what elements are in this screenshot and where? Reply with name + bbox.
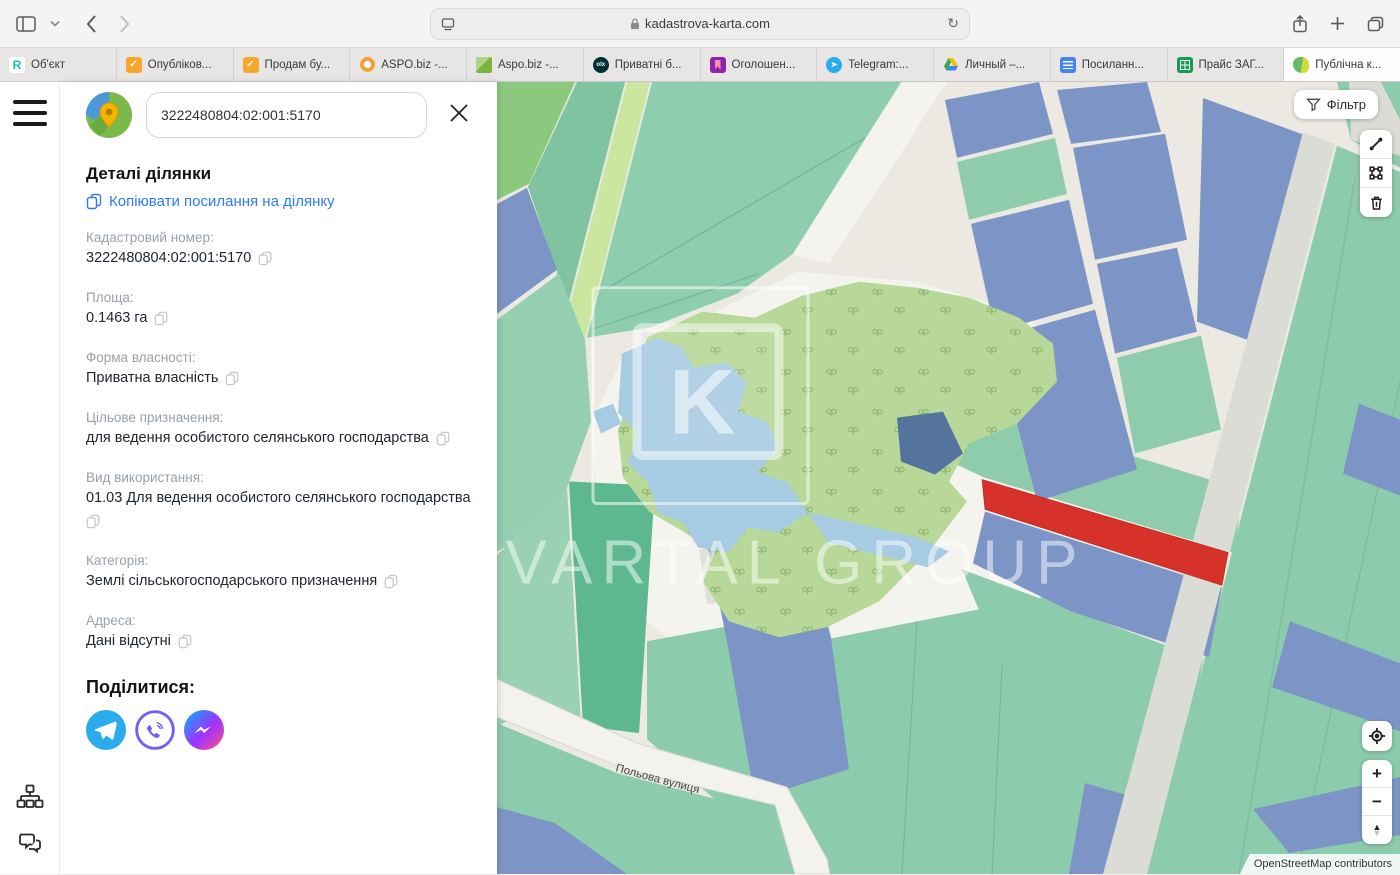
- tab-prodam[interactable]: ✓Продам бу...: [234, 48, 351, 81]
- copy-icon[interactable]: [178, 634, 192, 653]
- copy-icon[interactable]: [258, 251, 272, 270]
- copy-parcel-link[interactable]: Копіювати посилання на ділянку: [86, 193, 471, 210]
- field-cadastral-number: Кадастровий номер: 3222480804:02:001:517…: [86, 230, 471, 270]
- tab-drive[interactable]: Личный –...: [934, 48, 1051, 81]
- google-docs-favicon: [1060, 57, 1076, 73]
- copy-icon: [86, 193, 102, 210]
- copy-icon[interactable]: [384, 574, 398, 593]
- copy-icon[interactable]: [225, 371, 239, 390]
- tab-strip: RОб'єкт ✓Опубліков... ✓Продам бу... ASPO…: [0, 48, 1400, 82]
- parcel-details-panel: Деталі ділянки Копіювати посилання на ді…: [60, 82, 497, 874]
- tab-opublikov[interactable]: ✓Опубліков...: [117, 48, 234, 81]
- measure-distance-button[interactable]: [1360, 130, 1392, 159]
- map-attribution: OpenStreetMap contributors: [1240, 854, 1400, 874]
- left-icon-strip: [0, 82, 60, 874]
- copy-icon[interactable]: [436, 431, 450, 450]
- kadastr-logo[interactable]: [86, 92, 132, 138]
- aspo-favicon: [360, 57, 375, 72]
- close-icon[interactable]: [447, 101, 471, 130]
- field-ownership: Форма власності: Приватна власність: [86, 350, 471, 390]
- orange-check-favicon: ✓: [243, 57, 259, 73]
- field-area: Площа: 0.1463 га: [86, 290, 471, 330]
- map-viewport[interactable]: Польова вулиця K KVARTAL GROUP Фільтр: [497, 82, 1400, 874]
- share-heading: Поділитися:: [86, 677, 471, 698]
- google-drive-favicon: [943, 57, 959, 73]
- delete-measurement-button[interactable]: [1360, 188, 1392, 217]
- field-address: Адреса: Дані відсутні: [86, 613, 471, 653]
- share-telegram-button[interactable]: [86, 710, 126, 750]
- tab-aspo-2[interactable]: Aspo.biz -...: [467, 48, 584, 81]
- sidebar-toggle-icon[interactable]: [16, 16, 36, 32]
- page-settings-icon[interactable]: [441, 17, 455, 31]
- tilt-reset-button[interactable]: ▲▼: [1362, 816, 1392, 844]
- funnel-icon: [1306, 97, 1321, 112]
- share-messenger-button[interactable]: [184, 710, 224, 750]
- watermark-text: KVARTAL GROUP: [497, 528, 1086, 597]
- green-map-favicon: [476, 57, 492, 73]
- tab-oholoshen[interactable]: Оголошен...: [701, 48, 818, 81]
- filter-button[interactable]: Фільтр: [1294, 90, 1378, 119]
- tab-overview-icon[interactable]: [1367, 16, 1384, 32]
- new-tab-icon[interactable]: [1330, 16, 1345, 31]
- address-bar[interactable]: kadastrova-karta.com ↻: [430, 8, 970, 40]
- cadastral-search-input[interactable]: [146, 92, 427, 138]
- map-canvas[interactable]: Польова вулиця K KVARTAL GROUP: [497, 82, 1400, 874]
- rieltor-favicon: R: [9, 57, 25, 73]
- telegram-favicon: ➤: [826, 57, 842, 73]
- tab-publichna-karta-active[interactable]: Публічна к...: [1284, 48, 1400, 81]
- locate-me-button[interactable]: [1362, 721, 1392, 751]
- field-category: Категорія: Землі сільськогосподарського …: [86, 553, 471, 593]
- share-icon[interactable]: [1292, 15, 1308, 33]
- copy-icon[interactable]: [154, 311, 168, 330]
- menu-hamburger-icon[interactable]: [13, 100, 47, 126]
- sitemap-icon[interactable]: [16, 784, 44, 815]
- field-purpose: Цільове призначення: для ведення особист…: [86, 410, 471, 450]
- forward-button[interactable]: [119, 15, 130, 33]
- reload-icon[interactable]: ↻: [947, 15, 959, 32]
- share-viber-button[interactable]: [135, 710, 175, 750]
- details-heading: Деталі ділянки: [86, 164, 471, 184]
- orange-check-favicon: ✓: [126, 57, 142, 73]
- tab-docs[interactable]: Посиланн...: [1051, 48, 1168, 81]
- zoom-control-stack: + − ▲▼: [1362, 760, 1392, 844]
- browser-toolbar: kadastrova-karta.com ↻: [0, 0, 1400, 48]
- copy-icon[interactable]: [86, 514, 100, 533]
- map-tool-stack: [1360, 130, 1392, 217]
- olx-favicon: olx: [593, 57, 609, 73]
- chevron-down-icon[interactable]: [50, 20, 60, 27]
- google-sheets-favicon: [1177, 57, 1193, 73]
- measure-area-button[interactable]: [1360, 159, 1392, 188]
- kadastr-favicon: [1293, 57, 1309, 73]
- url-text: kadastrova-karta.com: [645, 16, 770, 31]
- chat-icon[interactable]: [17, 831, 43, 860]
- svg-text:K: K: [669, 352, 735, 454]
- zoom-in-button[interactable]: +: [1362, 760, 1392, 788]
- lock-icon: [630, 18, 640, 30]
- tab-obiekt[interactable]: RОб'єкт: [0, 48, 117, 81]
- field-use-type: Вид використання: 01.03 Для ведення особ…: [86, 470, 471, 533]
- tab-price[interactable]: Прайс ЗАГ...: [1168, 48, 1285, 81]
- tab-aspo-1[interactable]: ASPO.biz -...: [350, 48, 467, 81]
- purple-bookmark-favicon: [710, 57, 726, 73]
- back-button[interactable]: [86, 15, 97, 33]
- tab-telegram[interactable]: ➤Telegram:...: [817, 48, 934, 81]
- zoom-out-button[interactable]: −: [1362, 788, 1392, 816]
- tab-pryvatni[interactable]: olxПриватні б...: [584, 48, 701, 81]
